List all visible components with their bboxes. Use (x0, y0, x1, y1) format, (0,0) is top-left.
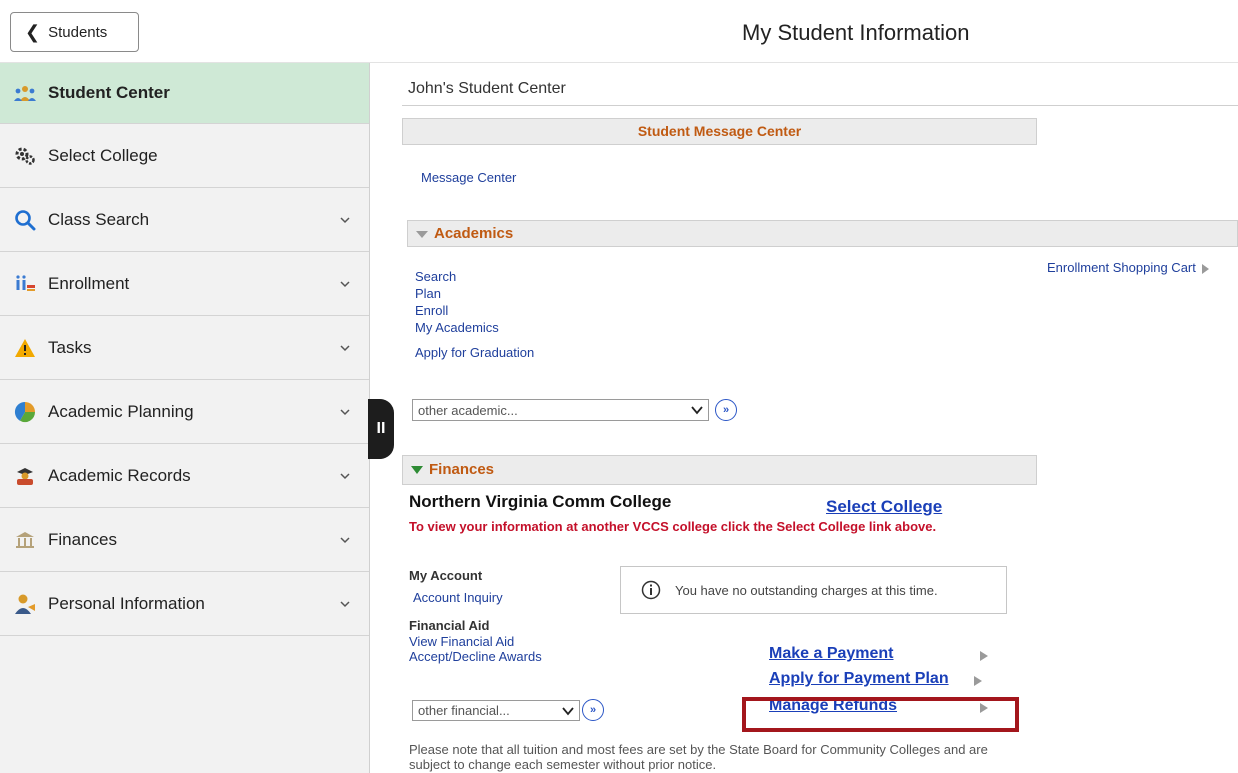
chevron-down-icon[interactable] (339, 278, 351, 290)
academics-header[interactable]: Academics (407, 220, 1238, 247)
plan-link[interactable]: Plan (415, 285, 499, 302)
person-icon (12, 593, 38, 615)
sidebar-item-label: Select College (48, 145, 158, 165)
sidebar-item-student-center[interactable]: Student Center (0, 63, 369, 124)
charges-message-box: You have no outstanding charges at this … (620, 566, 1007, 614)
sidebar-item-label: Academic Planning (48, 401, 194, 421)
other-academic-value: other academic... (418, 402, 518, 418)
financial-aid-label: Financial Aid (409, 618, 490, 633)
accept-decline-awards-link[interactable]: Accept/Decline Awards (409, 649, 542, 664)
cart-link-label: Enrollment Shopping Cart (1047, 260, 1196, 275)
other-financial-value: other financial... (418, 703, 510, 718)
center-title: John's Student Center (408, 80, 566, 97)
tuition-footnote: Please note that all tuition and most fe… (409, 742, 988, 772)
expand-triangle-icon (411, 466, 423, 475)
sidebar-item-label: Finances (48, 529, 117, 549)
title-divider (402, 105, 1238, 106)
magnifier-icon (12, 209, 38, 231)
dropdown-chevron-icon (691, 406, 703, 415)
sidebar-item-label: Academic Records (48, 465, 191, 485)
sidebar-item-label: Student Center (48, 83, 170, 102)
view-financial-aid-link[interactable]: View Financial Aid (409, 634, 542, 649)
academic-go-button[interactable]: » (715, 399, 737, 421)
account-inquiry-link[interactable]: Account Inquiry (413, 590, 503, 605)
gears-icon (12, 145, 38, 167)
college-name: Northern Virginia Comm College (409, 492, 672, 511)
dropdown-chevron-icon (562, 707, 574, 716)
sidebar-item-finances[interactable]: Finances (0, 508, 369, 572)
play-arrow-icon (974, 676, 982, 686)
sidebar-item-academic-records[interactable]: Academic Records (0, 444, 369, 508)
apply-for-payment-plan-link[interactable]: Apply for Payment Plan (769, 670, 949, 688)
finances-header[interactable]: Finances (402, 455, 1037, 485)
my-academics-link[interactable]: My Academics (415, 319, 499, 336)
play-arrow-icon (980, 651, 988, 661)
double-chevron-icon: » (722, 404, 730, 416)
enrollment-icon (12, 273, 38, 295)
apply-for-graduation-link[interactable]: Apply for Graduation (415, 345, 534, 360)
sidebar-item-label: Tasks (48, 337, 92, 357)
collapse-triangle-icon (416, 230, 428, 238)
double-chevron-icon: » (589, 704, 597, 716)
sidebar-item-tasks[interactable]: Tasks (0, 316, 369, 380)
sidebar-item-class-search[interactable]: Class Search (0, 188, 369, 252)
chevron-left-icon: ❮ (25, 22, 41, 42)
warning-icon (12, 337, 38, 359)
message-center-header: Student Message Center (402, 118, 1037, 145)
my-account-label: My Account (409, 568, 483, 583)
search-link[interactable]: Search (415, 268, 499, 285)
student-center-content: John's Student Center Student Message Ce… (370, 63, 1238, 773)
academics-links: Search Plan Enroll My Academics (415, 268, 499, 336)
enroll-link[interactable]: Enroll (415, 302, 499, 319)
sidebar-item-label: Personal Information (48, 593, 205, 613)
finances-header-label: Finances (429, 461, 495, 478)
financial-go-button[interactable]: » (582, 699, 604, 721)
student-center-icon (12, 82, 38, 104)
pie-chart-icon (12, 401, 38, 423)
enrollment-shopping-cart-link[interactable]: Enrollment Shopping Cart (1047, 260, 1210, 275)
chevron-down-icon[interactable] (339, 470, 351, 482)
message-center-link[interactable]: Message Center (421, 170, 516, 185)
make-a-payment-link[interactable]: Make a Payment (769, 645, 894, 663)
play-arrow-icon (1202, 263, 1210, 274)
sidebar-item-label: Class Search (48, 209, 150, 229)
other-financial-select[interactable]: other financial... (412, 700, 580, 721)
sidebar-item-enrollment[interactable]: Enrollment (0, 252, 369, 316)
college-note: To view your information at another VCCS… (409, 519, 937, 534)
bank-icon (12, 529, 38, 551)
financial-aid-links: View Financial Aid Accept/Decline Awards (409, 634, 542, 664)
sidebar-item-personal-information[interactable]: Personal Information (0, 572, 369, 636)
chevron-down-icon[interactable] (339, 406, 351, 418)
academics-header-label: Academics (434, 225, 514, 242)
sidebar-item-select-college[interactable]: Select College (0, 124, 369, 188)
back-button-label: Students (48, 23, 108, 41)
back-to-students-button[interactable]: ❮ Students (10, 12, 139, 52)
sidebar-item-academic-planning[interactable]: Academic Planning (0, 380, 369, 444)
chevron-down-icon[interactable] (339, 534, 351, 546)
charges-message: You have no outstanding charges at this … (675, 582, 938, 598)
sidebar-nav: Student Center Select College Class Sear… (0, 63, 370, 773)
page-header: ❮ Students My Student Information (0, 0, 1238, 63)
records-icon (12, 465, 38, 487)
chevron-down-icon[interactable] (339, 598, 351, 610)
select-college-link[interactable]: Select College (826, 497, 942, 517)
info-icon (641, 580, 661, 600)
sidebar-item-label: Enrollment (48, 273, 130, 293)
chevron-down-icon[interactable] (339, 342, 351, 354)
other-academic-select[interactable]: other academic... (412, 399, 709, 421)
page-title: My Student Information (742, 20, 970, 45)
chevron-down-icon[interactable] (339, 214, 351, 226)
manage-refunds-highlight (742, 697, 1019, 732)
